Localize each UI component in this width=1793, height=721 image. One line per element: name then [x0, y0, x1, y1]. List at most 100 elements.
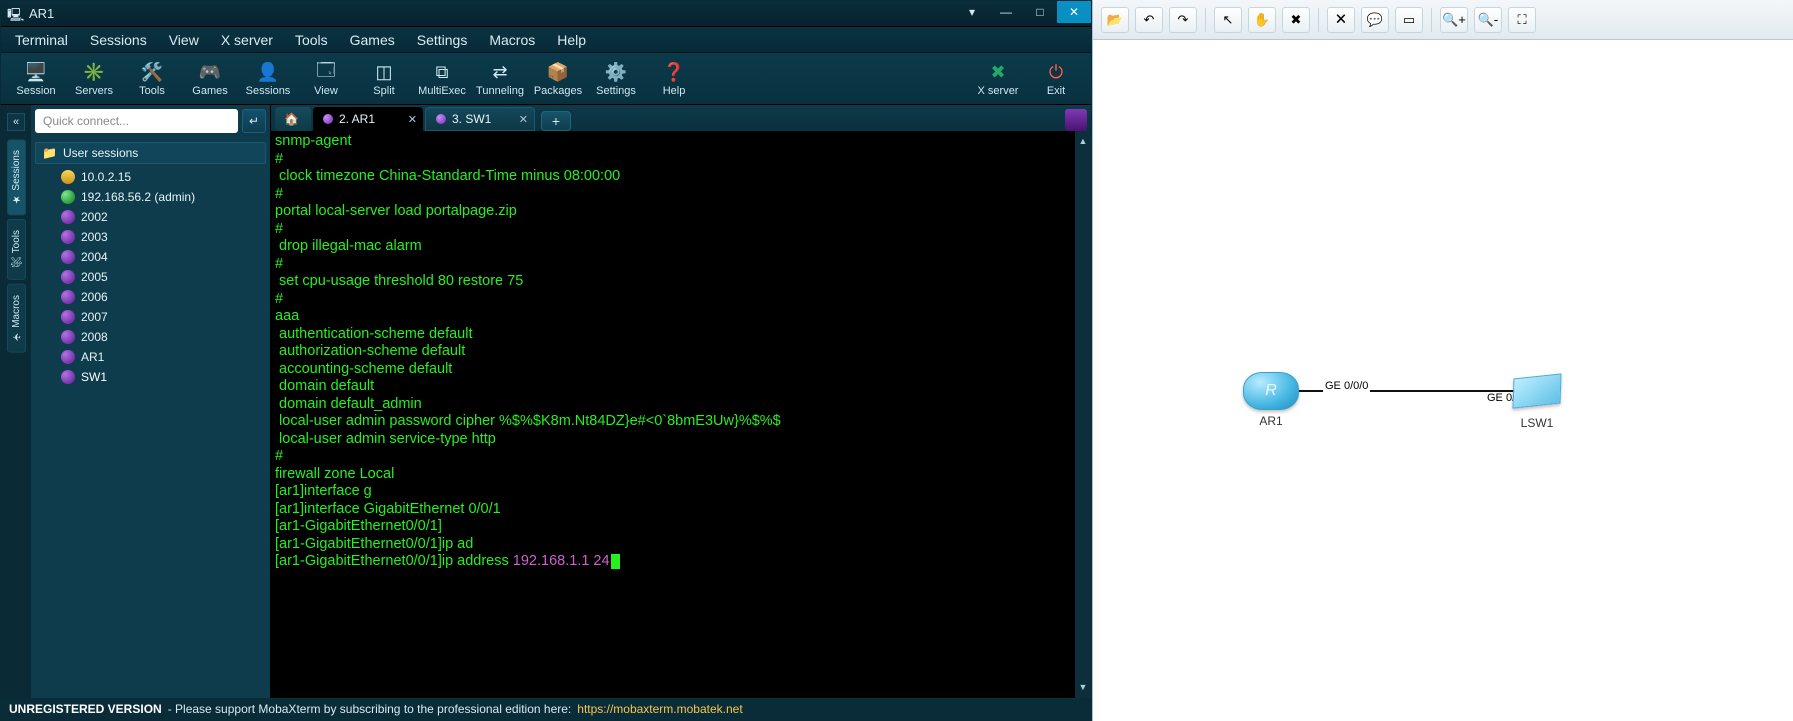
- tab-bar: 🏠2. AR1✕3. SW1✕ +: [271, 105, 1091, 131]
- session-item[interactable]: 2008: [31, 327, 270, 347]
- tab-home[interactable]: 🏠: [275, 107, 311, 131]
- session-item[interactable]: 192.168.56.2 (admin): [31, 187, 270, 207]
- tool-split[interactable]: ◫Split: [355, 61, 413, 97]
- menu-settings[interactable]: Settings: [417, 32, 468, 48]
- menu-macros[interactable]: Macros: [489, 32, 535, 48]
- tool-session[interactable]: 🖥️Session: [7, 61, 65, 97]
- router-label: AR1: [1243, 414, 1299, 428]
- title-bar[interactable]: 🖳 AR1 ▾ — □ ✕: [1, 1, 1091, 27]
- tool-tools[interactable]: 🛠️Tools: [123, 61, 181, 97]
- tool-sessions[interactable]: 👤Sessions: [239, 61, 297, 97]
- terminal-line: drop illegal-mac alarm: [275, 238, 1087, 256]
- pan-button[interactable]: ✋: [1248, 7, 1276, 33]
- redo-button[interactable]: ↷: [1169, 7, 1197, 33]
- session-p-icon: [61, 230, 75, 244]
- menu-help[interactable]: Help: [557, 32, 586, 48]
- menu-terminal[interactable]: Terminal: [15, 32, 68, 48]
- tool-exit[interactable]: ⏻Exit: [1027, 61, 1085, 97]
- tab-session-icon: [436, 114, 446, 124]
- pointer-button[interactable]: ↖: [1214, 7, 1242, 33]
- sidetab-sessions[interactable]: ★ Sessions: [7, 139, 26, 215]
- session-item[interactable]: SW1: [31, 367, 270, 387]
- fit-button[interactable]: ⛶: [1508, 7, 1536, 33]
- tool-packages[interactable]: 📦Packages: [529, 61, 587, 97]
- menu-xserver[interactable]: X server: [221, 32, 273, 48]
- new-tab-button[interactable]: +: [541, 111, 571, 131]
- terminal[interactable]: snmp-agent# clock timezone China-Standar…: [271, 131, 1091, 698]
- session-p-icon: [61, 210, 75, 224]
- tab-close-icon[interactable]: ✕: [519, 113, 528, 126]
- open-button[interactable]: 📂: [1101, 7, 1129, 33]
- session-item[interactable]: AR1: [31, 347, 270, 367]
- exit-icon: ⏻: [1027, 61, 1085, 85]
- tab-session-icon: [323, 114, 333, 124]
- switch-label: LSW1: [1513, 416, 1561, 430]
- tab-2-ar1[interactable]: 2. AR1✕: [313, 107, 423, 131]
- tools-icon: 🛠️: [123, 61, 181, 85]
- menu-tools[interactable]: Tools: [295, 32, 328, 48]
- quick-connect-button[interactable]: ↵: [242, 109, 266, 133]
- node-router[interactable]: R AR1: [1243, 372, 1299, 428]
- session-item[interactable]: 2002: [31, 207, 270, 227]
- undo-button[interactable]: ↶: [1135, 7, 1163, 33]
- session-p-icon: [61, 290, 75, 304]
- session-item[interactable]: 2003: [31, 227, 270, 247]
- menu-bar: Terminal Sessions View X server Tools Ga…: [1, 27, 1091, 53]
- session-item[interactable]: 2006: [31, 287, 270, 307]
- tab-3-sw1[interactable]: 3. SW1✕: [425, 107, 535, 131]
- menu-view[interactable]: View: [169, 32, 199, 48]
- terminal-line: domain default_admin: [275, 396, 1087, 414]
- collapse-sidebar-button[interactable]: «: [7, 113, 25, 131]
- zoom-out-icon: 🔍-: [1478, 12, 1499, 28]
- terminal-line: clock timezone China-Standard-Time minus…: [275, 168, 1087, 186]
- terminal-scrollbar[interactable]: ▲▼: [1075, 131, 1091, 698]
- status-bar: UNREGISTERED VERSION - Please support Mo…: [1, 698, 1091, 720]
- tool-xserver[interactable]: ✖X server: [969, 61, 1027, 97]
- rect-button[interactable]: ▭: [1395, 7, 1423, 33]
- tab-menu-button[interactable]: [1065, 109, 1087, 131]
- clear-button[interactable]: 🗙: [1327, 7, 1355, 33]
- delete-button[interactable]: ✖: [1282, 7, 1310, 33]
- tool-games[interactable]: 🎮Games: [181, 61, 239, 97]
- terminal-line: local-user admin service-type http: [275, 431, 1087, 449]
- session-item[interactable]: 2004: [31, 247, 270, 267]
- tool-settings[interactable]: ⚙️Settings: [587, 61, 645, 97]
- undo-icon: ↶: [1144, 12, 1155, 28]
- sidetab-macros[interactable]: ✈ Macros: [7, 284, 26, 353]
- status-link[interactable]: https://mobaxterm.mobatek.net: [577, 702, 742, 716]
- tool-servers[interactable]: ✳️Servers: [65, 61, 123, 97]
- menu-sessions[interactable]: Sessions: [90, 32, 147, 48]
- menu-games[interactable]: Games: [350, 32, 395, 48]
- topology-canvas[interactable]: GE 0/0/0 GE 0/0/1 R AR1 LSW1: [1093, 40, 1793, 721]
- tool-multiexec[interactable]: ⧉MultiExec: [413, 61, 471, 97]
- tab-close-icon[interactable]: ✕: [408, 113, 417, 126]
- open-icon: 📂: [1107, 12, 1123, 28]
- multiexec-icon: ⧉: [413, 61, 471, 85]
- terminal-line: #: [275, 448, 1087, 466]
- session-p-icon: [61, 310, 75, 324]
- quick-connect-input[interactable]: Quick connect...: [35, 109, 238, 133]
- session-item[interactable]: 10.0.2.15: [31, 167, 270, 187]
- session-item[interactable]: 2005: [31, 267, 270, 287]
- sidetab-tools[interactable]: 🛠 Tools: [7, 219, 26, 280]
- note-button[interactable]: 💬: [1361, 7, 1389, 33]
- tool-view[interactable]: 🗔View: [297, 61, 355, 97]
- terminal-line: [ar1-GigabitEthernet0/0/1]ip address 192…: [275, 553, 1087, 571]
- zoom-out-button[interactable]: 🔍-: [1474, 7, 1502, 33]
- minimize-button[interactable]: —: [989, 1, 1023, 23]
- tool-tunneling[interactable]: ⇄Tunneling: [471, 61, 529, 97]
- zoom-in-icon: 🔍+: [1442, 12, 1466, 28]
- maximize-button[interactable]: □: [1023, 1, 1057, 23]
- session-item[interactable]: 2007: [31, 307, 270, 327]
- dropdown-button[interactable]: ▾: [955, 1, 989, 23]
- close-button[interactable]: ✕: [1057, 1, 1091, 23]
- tool-help[interactable]: ❓Help: [645, 61, 703, 97]
- node-switch[interactable]: LSW1: [1513, 376, 1561, 430]
- terminal-line: [ar1]interface GigabitEthernet 0/0/1: [275, 501, 1087, 519]
- tree-header[interactable]: 📁 User sessions: [35, 142, 266, 164]
- session-p-icon: [61, 350, 75, 364]
- zoom-in-button[interactable]: 🔍+: [1440, 7, 1468, 33]
- fit-icon: ⛶: [1517, 12, 1526, 28]
- mobaxterm-window: 🖳 AR1 ▾ — □ ✕ Terminal Sessions View X s…: [0, 0, 1092, 721]
- games-icon: 🎮: [181, 61, 239, 85]
